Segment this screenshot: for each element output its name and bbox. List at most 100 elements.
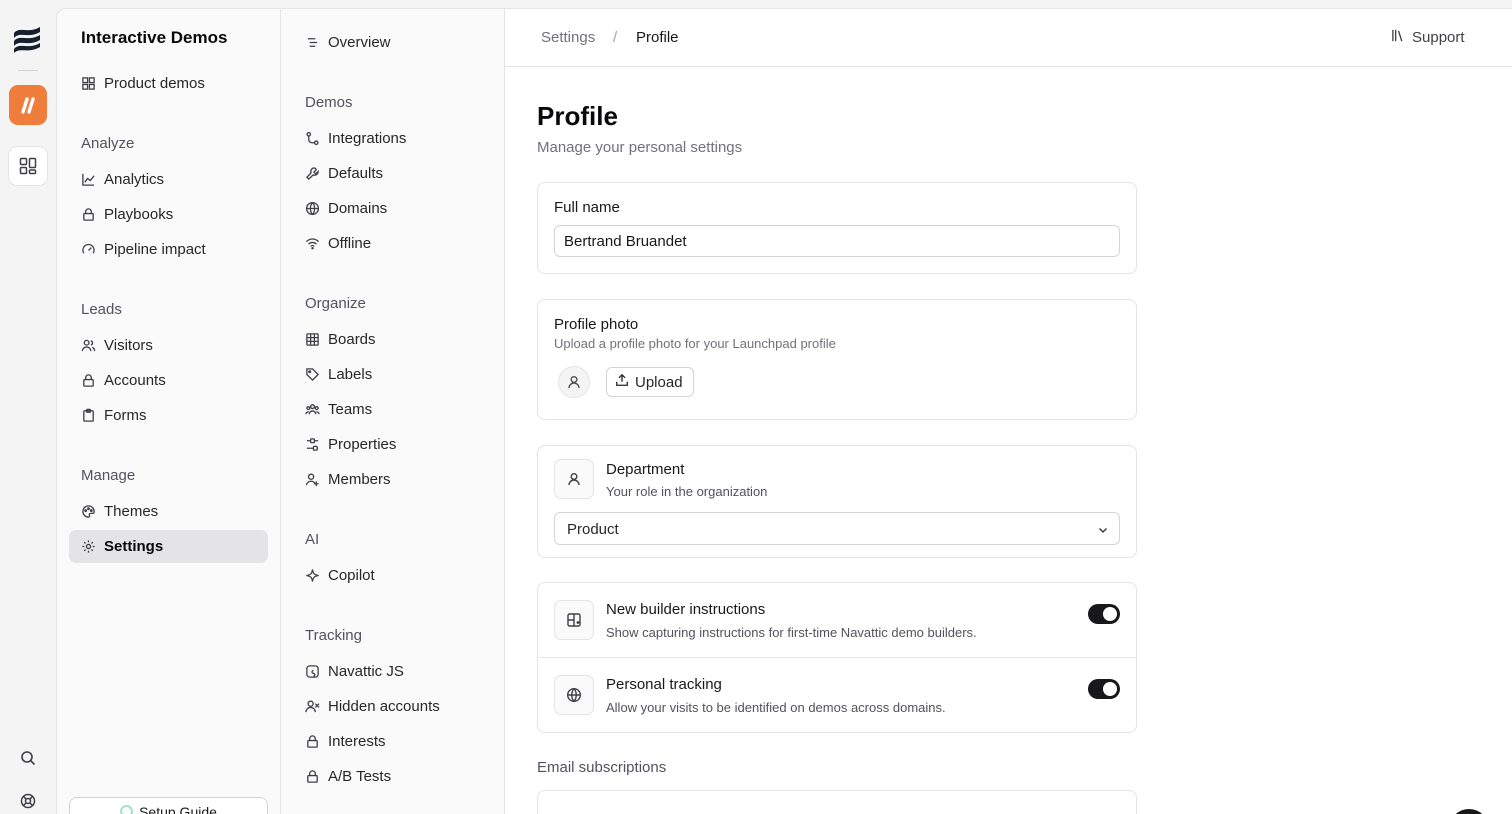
sidebar-item-settings[interactable]: Settings bbox=[69, 530, 268, 563]
wrench-icon bbox=[304, 166, 320, 182]
breadcrumb-separator: / bbox=[613, 29, 618, 46]
globe-icon bbox=[554, 675, 594, 715]
settings-item-members[interactable]: Members bbox=[293, 463, 492, 496]
personal-tracking-desc: Allow your visits to be identified on de… bbox=[606, 700, 946, 715]
settings-item-teams[interactable]: Teams bbox=[293, 393, 492, 426]
wifi-icon bbox=[304, 236, 320, 252]
sidebar-item-themes[interactable]: Themes bbox=[69, 495, 268, 528]
gauge-icon bbox=[80, 242, 96, 258]
settings-item-domains[interactable]: Domains bbox=[293, 192, 492, 225]
full-name-input[interactable] bbox=[554, 225, 1120, 257]
sidebar-item-forms[interactable]: Forms bbox=[69, 399, 268, 432]
sidebar-item-product-demos[interactable]: Product demos bbox=[69, 67, 268, 100]
users-icon bbox=[80, 338, 96, 354]
user-x-icon bbox=[304, 699, 320, 715]
settings-item-integrations[interactable]: Integrations bbox=[293, 122, 492, 155]
progress-ring-icon bbox=[120, 805, 134, 814]
support-button[interactable]: Support bbox=[1391, 28, 1465, 47]
script-icon bbox=[304, 664, 320, 680]
lock-icon bbox=[80, 207, 96, 223]
settings-item-label: Members bbox=[328, 471, 391, 488]
builder-instructions-desc: Show capturing instructions for first-ti… bbox=[606, 625, 977, 640]
sliders-icon bbox=[304, 437, 320, 453]
department-hint: Your role in the organization bbox=[606, 484, 768, 499]
settings-item-label: Properties bbox=[328, 436, 397, 453]
section-ai: AI bbox=[305, 531, 320, 548]
personal-tracking-title: Personal tracking bbox=[606, 676, 722, 693]
builder-instructions-toggle[interactable] bbox=[1088, 604, 1120, 624]
setup-guide-label: Setup Guide bbox=[139, 804, 217, 814]
navattic-logo-icon[interactable] bbox=[10, 24, 46, 56]
sidebar-item-label: Pipeline impact bbox=[104, 241, 206, 258]
line-chart-icon bbox=[80, 172, 96, 188]
settings-item-hidden-accounts[interactable]: Hidden accounts bbox=[293, 690, 492, 723]
library-icon bbox=[1391, 28, 1406, 47]
search-icon[interactable] bbox=[18, 748, 38, 768]
user-icon bbox=[554, 459, 594, 499]
app-launchpad-icon[interactable] bbox=[9, 85, 47, 125]
settings-item-label: Defaults bbox=[328, 165, 384, 182]
apps-grid-icon[interactable] bbox=[8, 146, 48, 186]
sparkle-icon bbox=[304, 568, 320, 584]
department-card: Department Your role in the organization… bbox=[537, 445, 1137, 558]
lock-icon bbox=[304, 769, 320, 785]
settings-item-label: Interests bbox=[328, 733, 386, 750]
user-plus-icon bbox=[304, 472, 320, 488]
help-icon[interactable] bbox=[18, 791, 38, 811]
chat-launcher-button[interactable] bbox=[1449, 809, 1489, 814]
route-icon bbox=[304, 131, 320, 147]
sidebar-item-label: Settings bbox=[104, 538, 164, 555]
settings-item-ab-tests[interactable]: A/B Tests bbox=[293, 760, 492, 793]
avatar bbox=[558, 366, 590, 398]
rail-divider bbox=[18, 70, 38, 71]
sidebar-item-pipeline-impact[interactable]: Pipeline impact bbox=[69, 233, 268, 266]
section-demos: Demos bbox=[305, 94, 353, 111]
settings-item-navattic-js[interactable]: Navattic JS bbox=[293, 655, 492, 688]
sidebar-item-visitors[interactable]: Visitors bbox=[69, 329, 268, 362]
gear-icon bbox=[80, 539, 96, 555]
settings-item-copilot[interactable]: Copilot bbox=[293, 559, 492, 592]
chevron-down-icon bbox=[1097, 523, 1109, 540]
breadcrumb-profile: Profile bbox=[636, 29, 679, 46]
setup-guide-button[interactable]: Setup Guide bbox=[69, 797, 268, 814]
section-organize: Organize bbox=[305, 295, 366, 312]
settings-item-overview[interactable]: Overview bbox=[293, 26, 492, 59]
personal-tracking-toggle[interactable] bbox=[1088, 679, 1120, 699]
email-subscriptions-heading: Email subscriptions bbox=[537, 759, 667, 776]
settings-item-label: Hidden accounts bbox=[328, 698, 440, 715]
department-select[interactable]: Product bbox=[554, 512, 1120, 545]
team-icon bbox=[304, 402, 320, 418]
settings-item-label: Teams bbox=[328, 401, 373, 418]
grid-icon bbox=[80, 76, 96, 92]
builder-instructions-title: New builder instructions bbox=[606, 601, 766, 618]
globe-icon bbox=[304, 201, 320, 217]
main-content: Settings / Profile Support Profile Manag… bbox=[504, 8, 1512, 814]
section-analyze: Analyze bbox=[81, 135, 135, 152]
workspace-title: Interactive Demos bbox=[81, 28, 228, 47]
icon-rail bbox=[0, 0, 56, 814]
sidebar-item-playbooks[interactable]: Playbooks bbox=[69, 198, 268, 231]
breadcrumb-settings[interactable]: Settings bbox=[541, 29, 595, 46]
section-leads: Leads bbox=[81, 301, 122, 318]
page-title: Profile bbox=[537, 101, 618, 131]
tag-icon bbox=[304, 367, 320, 383]
settings-item-labels[interactable]: Labels bbox=[293, 358, 492, 391]
full-name-card: Full name bbox=[537, 182, 1137, 274]
sidebar-item-analytics[interactable]: Analytics bbox=[69, 163, 268, 196]
settings-item-interests[interactable]: Interests bbox=[293, 725, 492, 758]
settings-sidebar: Overview Demos Integrations Defaults Dom… bbox=[280, 8, 505, 814]
sidebar-item-label: Playbooks bbox=[104, 206, 174, 223]
settings-item-offline[interactable]: Offline bbox=[293, 227, 492, 260]
top-bar: Settings / Profile Support bbox=[505, 9, 1512, 67]
upload-button[interactable]: Upload bbox=[606, 367, 694, 397]
settings-item-defaults[interactable]: Defaults bbox=[293, 157, 492, 190]
palette-icon bbox=[80, 504, 96, 520]
section-tracking: Tracking bbox=[305, 627, 362, 644]
settings-item-properties[interactable]: Properties bbox=[293, 428, 492, 461]
settings-item-boards[interactable]: Boards bbox=[293, 323, 492, 356]
sidebar-item-label: Accounts bbox=[104, 372, 166, 389]
support-label: Support bbox=[1412, 29, 1465, 46]
sidebar-item-label: Themes bbox=[104, 503, 159, 520]
sidebar-item-label: Analytics bbox=[104, 171, 165, 188]
sidebar-item-accounts[interactable]: Accounts bbox=[69, 364, 268, 397]
